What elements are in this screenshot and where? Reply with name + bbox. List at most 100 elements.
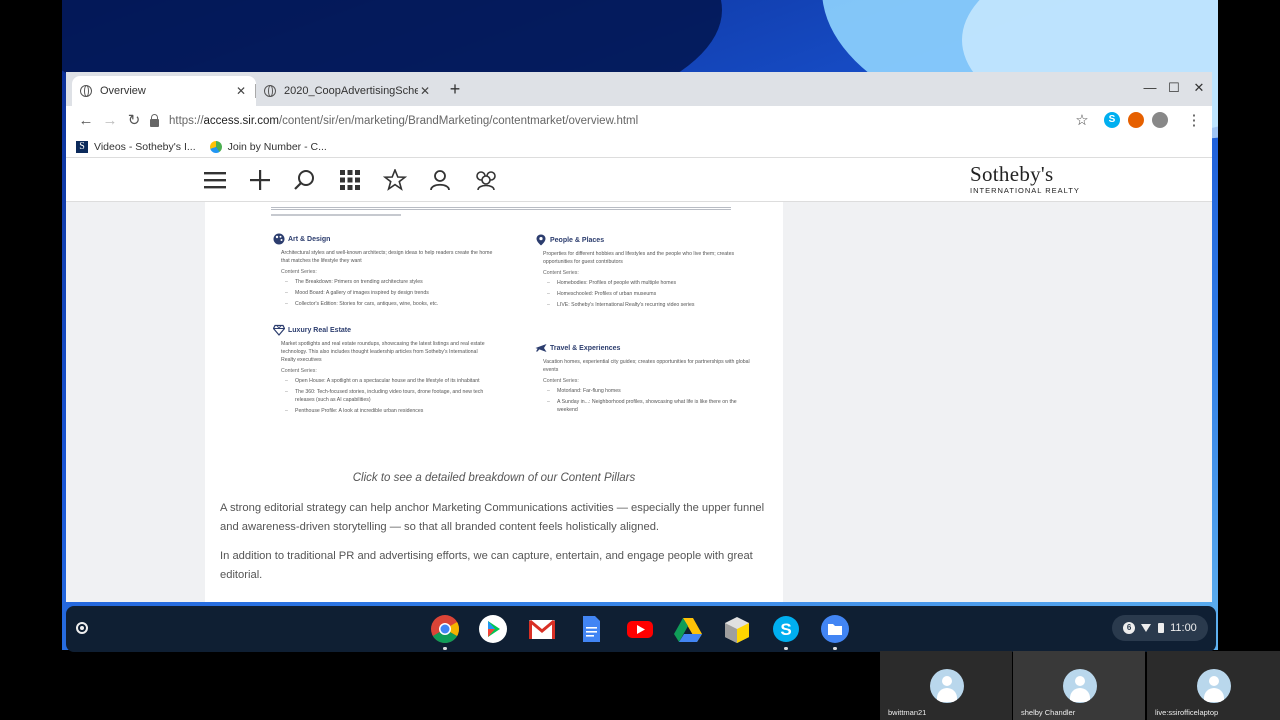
diamond-icon (273, 324, 285, 336)
bookmark-join-by-number[interactable]: Join by Number - C... (209, 140, 327, 153)
palette-icon (273, 233, 285, 245)
tab-title: 2020_CoopAdvertisingSchedule... (284, 85, 418, 97)
tab-title: Overview (100, 85, 146, 97)
extension-icon[interactable] (1152, 112, 1168, 128)
site-header: Sotheby's INTERNATIONAL REALTY (66, 158, 1212, 202)
participant-tile[interactable]: live:ssirofficelaptop (1147, 651, 1280, 720)
avatar-icon (1197, 669, 1231, 703)
list-item: Penthouse Profile: A look at incredible … (285, 407, 493, 415)
skype-extension-icon[interactable]: S (1104, 112, 1120, 128)
list-item: LIVE: Sotheby's International Realty's r… (547, 301, 755, 309)
minimize-button[interactable]: — (1140, 80, 1160, 95)
web-page: Sotheby's INTERNATIONAL REALTY Art & Des… (66, 158, 1212, 602)
pillar-description: Properties for different hobbies and lif… (543, 251, 735, 265)
plus-icon[interactable] (248, 169, 272, 191)
tab-strip: Overview ✕ 2020_CoopAdvertisingSchedule.… (66, 72, 1212, 106)
users-group-icon[interactable] (473, 169, 499, 191)
list-item: Homeschooled: Profiles of urban museums (547, 290, 755, 298)
star-icon[interactable] (383, 169, 407, 191)
bookmark-label: Videos - Sotheby's I... (94, 140, 196, 153)
list-item: Open House: A spotlight on a spectacular… (285, 377, 493, 385)
list-item: The 360: Tech-focused stories, including… (285, 388, 493, 404)
content-card: Art & Design Architectural styles and we… (205, 202, 783, 602)
list-item: A Sunday in...: Neighborhood profiles, s… (547, 398, 755, 414)
youtube-icon[interactable] (625, 614, 655, 644)
pillar-travel-experiences: Travel & Experiences Vacation homes, exp… (535, 341, 755, 414)
pillar-title: Luxury Real Estate (288, 326, 352, 334)
svg-text:S: S (780, 620, 791, 639)
notification-badge: 6 (1123, 622, 1136, 634)
lock-icon (150, 113, 159, 127)
body-paragraph: A strong editorial strategy can help anc… (220, 502, 765, 533)
drive-icon[interactable] (673, 614, 703, 644)
logo-tagline: INTERNATIONAL REALTY (970, 186, 1080, 195)
globe-color-icon (209, 140, 222, 153)
url-scheme: https:// (169, 115, 204, 127)
play-store-icon[interactable] (478, 614, 508, 644)
status-tray[interactable]: 6 11:00 (1112, 615, 1208, 641)
chromeos-shelf: S 6 11:00 (66, 606, 1216, 652)
docs-icon[interactable] (576, 614, 606, 644)
wifi-icon (1141, 624, 1152, 632)
pillars-caption-link[interactable]: Click to see a detailed breakdown of our… (205, 472, 783, 484)
globe-icon (80, 85, 92, 97)
bookmark-star-icon[interactable]: ☆ (1070, 109, 1094, 133)
sothebys-logo[interactable]: Sotheby's INTERNATIONAL REALTY (970, 162, 1080, 195)
browser-toolbar: ← → ↻ https://access.sir.com/content/sir… (66, 106, 1212, 136)
pillar-title: Art & Design (288, 235, 331, 243)
close-tab-icon[interactable]: ✕ (418, 84, 432, 98)
pillar-people-places: People & Places Properties for different… (535, 233, 755, 309)
pillar-title: People & Places (550, 236, 605, 244)
maximize-button[interactable]: ☐ (1164, 80, 1184, 96)
skype-icon[interactable]: S (771, 614, 801, 650)
pillar-series-label: Content Series: (281, 368, 317, 374)
avatar-icon (930, 669, 964, 703)
bookmarks-bar: S Videos - Sotheby's I... Join by Number… (66, 136, 1212, 158)
list-item: The Breakdown: Primers on trending archi… (285, 278, 493, 286)
new-tab-button[interactable]: + (444, 79, 466, 100)
list-item: Motorland: Far-flung homes (547, 387, 755, 395)
search-icon[interactable] (293, 169, 317, 191)
files-icon[interactable] (820, 614, 850, 650)
tab-overview[interactable]: Overview ✕ (72, 76, 256, 106)
pillar-art-design: Art & Design Architectural styles and we… (273, 232, 493, 308)
body-paragraph: In addition to traditional PR and advert… (220, 550, 753, 581)
participant-name: live:ssirofficelaptop (1155, 708, 1219, 717)
participant-tile[interactable]: bwittman21 (880, 651, 1012, 720)
map-pin-icon (536, 234, 546, 246)
url-host: access.sir.com (203, 115, 279, 127)
logo-name: Sotheby's (970, 162, 1054, 186)
list-item: Mood Board: A gallery of images inspired… (285, 289, 493, 297)
participant-tile[interactable]: shelby Chandler (1013, 651, 1145, 720)
reload-button[interactable]: ↻ (122, 109, 146, 133)
menu-dots-icon[interactable]: ⋮ (1182, 109, 1206, 133)
battery-icon (1157, 623, 1164, 633)
list-item: Collector's Edition: Stories for cars, a… (285, 300, 493, 308)
tab-coop-schedule[interactable]: 2020_CoopAdvertisingSchedule... ✕ (255, 76, 440, 106)
content-pillars-image[interactable]: Art & Design Architectural styles and we… (205, 202, 783, 462)
back-button[interactable]: ← (74, 109, 98, 133)
apps-grid-icon[interactable] (338, 169, 362, 191)
forward-button[interactable]: → (98, 109, 122, 133)
user-icon[interactable] (428, 169, 452, 191)
close-tab-icon[interactable]: ✕ (234, 84, 248, 98)
list-item: Homebodies: Profiles of people with mult… (547, 279, 755, 287)
sothebys-favicon-icon: S (76, 140, 88, 153)
bookmark-videos[interactable]: S Videos - Sotheby's I... (76, 140, 196, 153)
package-app-icon[interactable] (722, 614, 752, 644)
hamburger-menu-icon[interactable] (203, 169, 227, 191)
gmail-icon[interactable] (527, 614, 557, 644)
launcher-button[interactable] (76, 622, 88, 634)
pillar-series-label: Content Series: (543, 270, 579, 276)
pillar-description: Vacation homes, experiential city guides… (543, 359, 750, 373)
close-window-button[interactable]: ✕ (1189, 80, 1209, 96)
chrome-app-icon[interactable] (430, 614, 460, 650)
pillar-series-label: Content Series: (281, 269, 317, 275)
address-bar[interactable]: https://access.sir.com/content/sir/en/ma… (150, 108, 1098, 134)
airplane-icon (535, 344, 547, 352)
avatar-icon (1063, 669, 1097, 703)
clock: 11:00 (1170, 622, 1197, 634)
url-path: /content/sir/en/marketing/BrandMarketing… (278, 115, 639, 127)
firefox-extension-icon[interactable] (1128, 112, 1144, 128)
pillar-description: Architectural styles and well-known arch… (281, 250, 493, 264)
